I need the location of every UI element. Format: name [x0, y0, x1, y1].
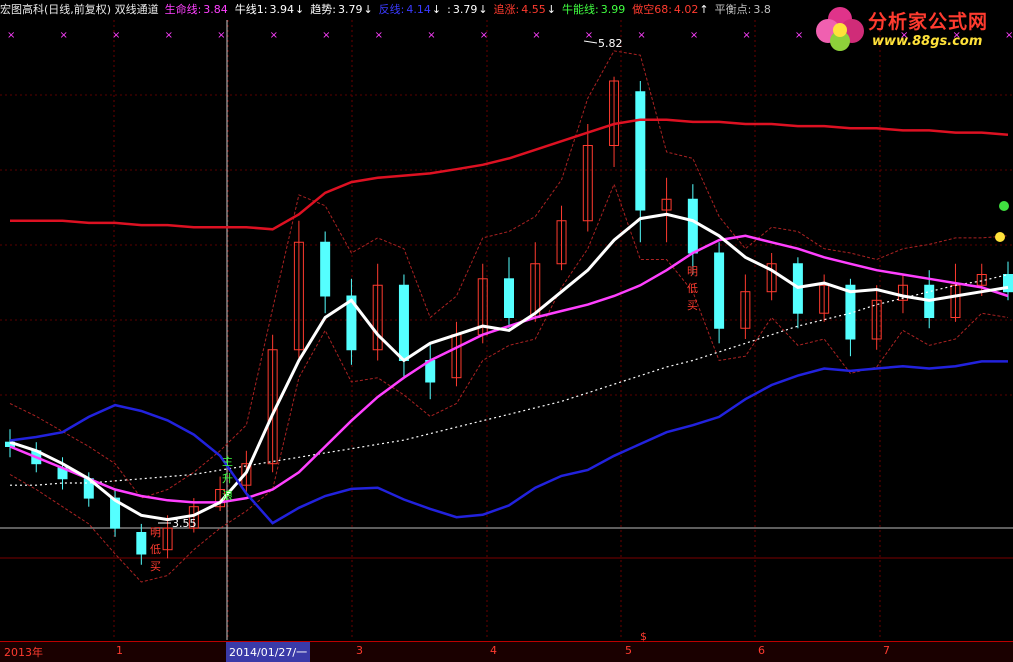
candle-body [320, 241, 331, 297]
time-axis-label: 3 [356, 644, 363, 657]
signal-dot-yellow [995, 232, 1005, 242]
signal-marker: × [690, 30, 698, 41]
signal-marker: × [480, 30, 488, 41]
logo-text: 分析家公式网 [868, 11, 989, 33]
indicator-label: 牛能线: [561, 3, 599, 16]
candle-body [635, 91, 646, 211]
arrow-icon: ↓ [363, 3, 373, 16]
indicator-value: 3.79 [337, 3, 363, 16]
site-logo: 分析家公式网 www.88gs.com [812, 3, 1007, 53]
chart-title: 宏图高科(日线,前复权) 双线通道 [0, 3, 159, 16]
signal-marker: × [112, 30, 120, 41]
cursor-date: 2014/01/27/一 [226, 642, 311, 662]
signal-marker: × [795, 30, 803, 41]
signal-marker: × [375, 30, 383, 41]
signal-marker: × [217, 30, 225, 41]
candle-body [714, 252, 725, 329]
indicator-value: 3.99 [600, 3, 626, 16]
signal-marker: × [60, 30, 68, 41]
signal-marker: × [427, 30, 435, 41]
arrow-icon: ↑ [699, 3, 709, 16]
indicator-item: :3.79↓ [447, 3, 487, 16]
rally-signal-label: 主升浪 [222, 455, 233, 502]
time-axis-label: 6 [758, 644, 765, 657]
indicator-item: 牛能线: 3.99 [562, 3, 626, 16]
candle-body [504, 278, 514, 318]
time-axis-label: 7 [883, 644, 890, 657]
signal-marker: × [532, 30, 540, 41]
signal-dot-green [999, 201, 1009, 211]
time-axis-label: 2013年 [4, 646, 43, 659]
signal-marker: × [322, 30, 330, 41]
candle-body [687, 198, 698, 254]
indicator-item: 趋势: 3.79↓ [310, 3, 372, 16]
indicator-value: 3.84 [203, 3, 228, 16]
indicator-item: 追涨: 4.55↓ [494, 3, 556, 16]
signal-marker: × [165, 30, 173, 41]
signal-marker: × [637, 30, 645, 41]
candle-body [398, 284, 409, 361]
time-axis-bar: 2013年 1 3 4 5 6 7 2014/01/27/一 $ [0, 630, 1013, 662]
indicator-label: : [447, 3, 451, 16]
indicator-label: 趋势: [310, 3, 336, 16]
signal-marker: × [742, 30, 750, 41]
time-axis-label: 5 [625, 644, 632, 657]
trend-red-line [10, 118, 1009, 231]
signal-marker: × [7, 30, 15, 41]
indicator-value: 4.02 [673, 3, 699, 16]
candle-body [136, 532, 147, 555]
indicator-label: 牛线1: [234, 3, 268, 16]
time-axis-label: 1 [116, 644, 123, 657]
arrow-icon: ↓ [546, 3, 556, 16]
chart-canvas: ××××××××××××××××××××3.555.82明低买主升浪明低买 [0, 20, 1013, 640]
indicator-item: 做空68: 4.02↑ [632, 3, 708, 16]
indicator-item: 生命线: 3.84 [165, 3, 229, 16]
low-price-label: 3.55 [172, 517, 197, 530]
high-pointer [583, 40, 598, 44]
indicator-value: 3.94 [269, 3, 295, 16]
flower-logo-icon [816, 7, 864, 51]
channel-lower [9, 182, 1009, 583]
indicator-values: 生命线: 3.84 牛线1: 3.94↓ 趋势: 3.79↓ 反线: 4.14↓:3.79↓ 追… [165, 1, 778, 17]
indicator-label: 反线: [378, 3, 405, 16]
indicator-label: 追涨: [493, 3, 520, 16]
mark-symbol: $ [640, 630, 647, 643]
indicator-value: 3.79 [452, 3, 478, 16]
indicator-item: 平衡点: 3.8 [715, 3, 772, 16]
arrow-icon: ↓ [478, 3, 488, 16]
candle-body [845, 284, 856, 340]
indicator-item: 牛线1: 3.94↓ [235, 3, 304, 16]
indicator-label: 生命线: [164, 3, 202, 16]
indicator-label: 做空68: [632, 3, 672, 16]
signal-marker: × [270, 30, 278, 41]
indicator-value: 4.14 [406, 3, 431, 16]
indicator-value: 4.55 [521, 3, 546, 16]
indicator-label: 平衡点: [714, 3, 752, 16]
buy-signal-label: 明低买 [150, 526, 161, 573]
buy-signal-label: 明低买 [687, 265, 698, 312]
indicator-value: 3.8 [753, 3, 771, 16]
arrow-icon: ↓ [295, 3, 305, 16]
signal-marker: × [585, 30, 593, 41]
high-price-label: 5.82 [598, 37, 623, 50]
time-axis-label: 4 [490, 644, 497, 657]
logo-url: www.88gs.com [872, 34, 983, 49]
arrow-icon: ↓ [431, 3, 442, 16]
indicator-item: 反线: 4.14↓ [379, 3, 441, 16]
